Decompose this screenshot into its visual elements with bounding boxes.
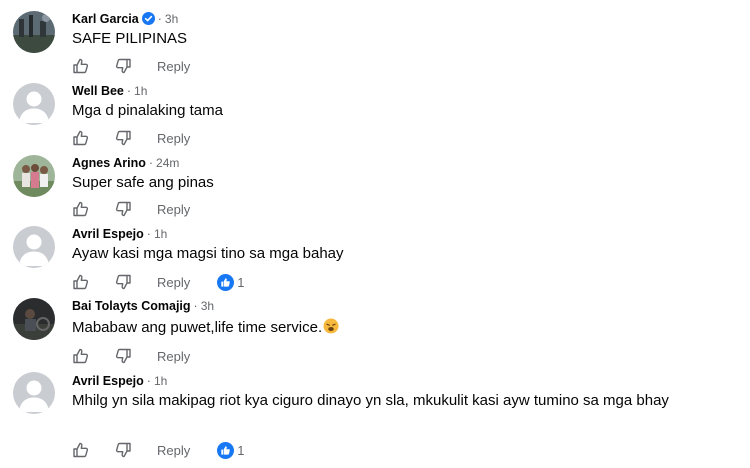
comment-text: Mababaw ang puwet,life time service.	[72, 318, 339, 338]
thumbs-down-icon[interactable]	[114, 441, 132, 459]
timestamp[interactable]: 1h	[154, 227, 167, 241]
reaction-count: 1	[237, 274, 245, 290]
avatar[interactable]	[13, 155, 55, 197]
avatar[interactable]	[13, 372, 55, 414]
thumbs-down-icon[interactable]	[114, 347, 132, 365]
timestamp[interactable]: 1h	[134, 84, 147, 98]
commenter-name[interactable]: Agnes Arino	[72, 156, 146, 170]
comment-text: Super safe ang pinas	[72, 174, 214, 191]
thumbs-down-icon[interactable]	[114, 273, 132, 291]
reply-button[interactable]: Reply	[157, 275, 190, 290]
verified-badge-icon	[141, 12, 155, 29]
commenter-name[interactable]: Avril Espejo	[72, 227, 144, 241]
comment-text: SAFE PILIPINAS	[72, 30, 188, 47]
timestamp[interactable]: 24m	[156, 156, 179, 170]
thumbs-up-icon[interactable]	[72, 129, 90, 147]
thumbs-up-icon[interactable]	[72, 57, 90, 75]
timestamp[interactable]: 1h	[154, 374, 167, 388]
like-reaction-icon	[217, 441, 235, 459]
comment-actions: Reply 1	[72, 272, 244, 292]
comment-text-body: Mababaw ang puwet,life time service.	[72, 319, 323, 336]
comment-actions: Reply	[72, 346, 190, 366]
reaction-count: 1	[237, 442, 245, 458]
reply-button[interactable]: Reply	[157, 59, 190, 74]
thumbs-up-icon[interactable]	[72, 441, 90, 459]
commenter-name[interactable]: Karl Garcia	[72, 12, 139, 26]
thumbs-down-icon[interactable]	[114, 57, 132, 75]
reply-button[interactable]: Reply	[157, 443, 190, 458]
separator: ·	[148, 156, 154, 170]
reply-button[interactable]: Reply	[157, 131, 190, 146]
comment-text: Mhilg yn sila makipag riot kya ciguro di…	[72, 392, 669, 409]
comment-actions: Reply	[72, 56, 190, 76]
commenter-name[interactable]: Bai Tolayts Comajig	[72, 299, 191, 313]
comment-actions: Reply 1	[72, 440, 244, 460]
comment-text: Ayaw kasi mga magsi tino sa mga bahay	[72, 245, 344, 262]
like-reaction-icon	[217, 273, 235, 291]
comment-text: Mga d pinalaking tama	[72, 102, 223, 119]
comment-actions: Reply	[72, 199, 190, 219]
separator: ·	[146, 227, 151, 241]
reply-button[interactable]: Reply	[157, 349, 190, 364]
avatar[interactable]	[13, 226, 55, 268]
avatar[interactable]	[13, 298, 55, 340]
comment-actions: Reply	[72, 128, 190, 148]
thumbs-up-icon[interactable]	[72, 273, 90, 291]
timestamp[interactable]: 3h	[201, 299, 214, 313]
avatar[interactable]	[13, 11, 55, 53]
thumbs-down-icon[interactable]	[114, 129, 132, 147]
separator: ·	[157, 12, 162, 26]
separator: ·	[126, 84, 132, 98]
thumbs-down-icon[interactable]	[114, 200, 132, 218]
reaction-summary[interactable]: 1	[217, 273, 245, 291]
separator: ·	[146, 374, 151, 388]
reaction-summary[interactable]: 1	[217, 441, 245, 459]
commenter-name[interactable]: Well Bee	[72, 84, 124, 98]
weary-face-icon	[323, 318, 339, 334]
thumbs-up-icon[interactable]	[72, 200, 90, 218]
thumbs-up-icon[interactable]	[72, 347, 90, 365]
reply-button[interactable]: Reply	[157, 202, 190, 217]
separator: ·	[193, 299, 198, 313]
commenter-name[interactable]: Avril Espejo	[72, 374, 144, 388]
avatar[interactable]	[13, 83, 55, 125]
timestamp[interactable]: 3h	[165, 12, 178, 26]
